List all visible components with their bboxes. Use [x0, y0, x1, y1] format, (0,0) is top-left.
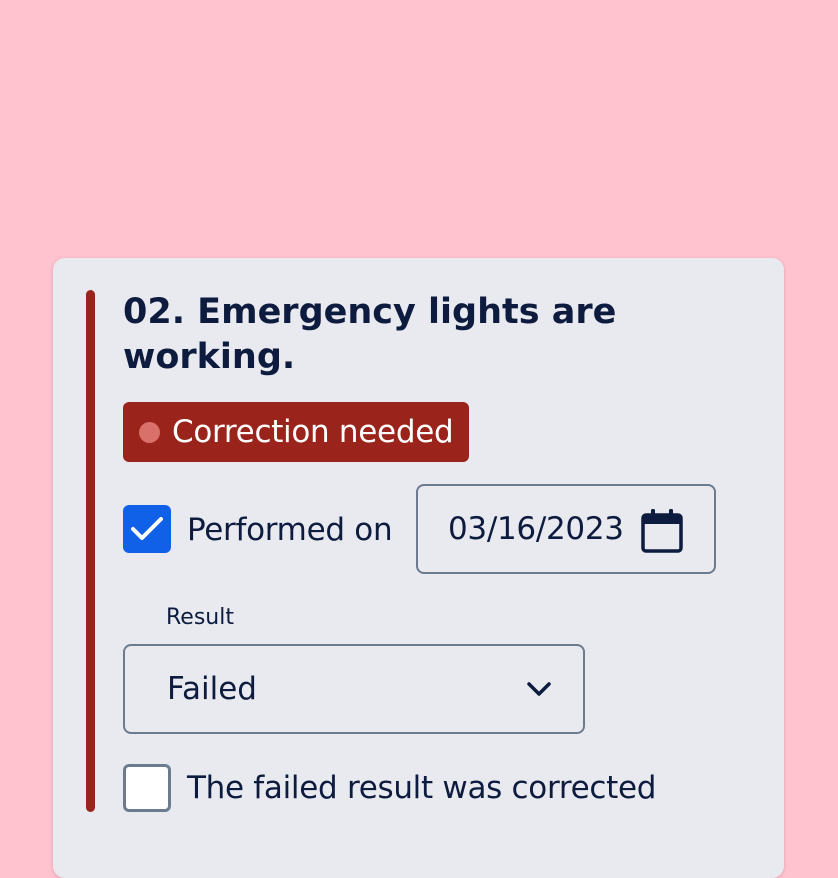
chevron-down-icon — [527, 682, 551, 696]
performed-date-field[interactable]: 03/16/2023 — [416, 484, 716, 574]
status-badge-label: Correction needed — [172, 414, 454, 450]
item-title: 02. Emergency lights are working. — [123, 292, 617, 377]
corrected-label: The failed result was corrected — [187, 770, 657, 806]
checkmark-icon — [131, 517, 163, 540]
corrected-checkbox[interactable] — [123, 764, 171, 812]
status-badge: Correction needed — [123, 402, 469, 462]
performed-date-value: 03/16/2023 — [448, 511, 624, 547]
checklist-item-card: 02. Emergency lights are working. Correc… — [53, 258, 784, 878]
status-dot-icon — [139, 421, 160, 443]
result-selected-value: Failed — [167, 671, 257, 707]
calendar-icon[interactable] — [640, 508, 684, 554]
status-stripe — [86, 290, 95, 812]
performed-label: Performed on — [187, 512, 393, 548]
performed-checkbox[interactable] — [123, 505, 171, 553]
result-select[interactable]: Failed — [123, 644, 585, 734]
result-label: Result — [166, 605, 234, 630]
